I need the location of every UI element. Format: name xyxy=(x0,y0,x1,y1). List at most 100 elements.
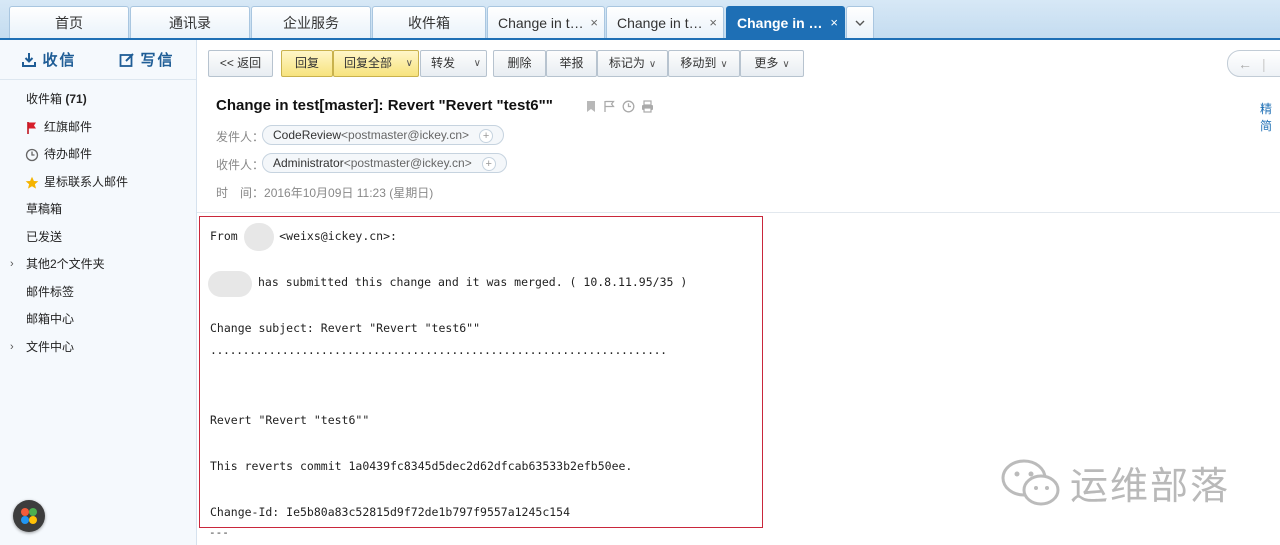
tab-label: 首页 xyxy=(55,15,83,31)
more-label: 更多 xyxy=(754,56,779,70)
body-line-change-subject: Change subject: Revert "Revert "test6"" xyxy=(210,321,481,335)
time-value: 2016年10月09日 11:23 (星期日) xyxy=(264,186,434,200)
sender-name: CodeReview xyxy=(273,128,342,142)
sidebar-item-drafts[interactable]: 草稿箱 xyxy=(0,196,196,224)
divider: | xyxy=(1262,56,1266,72)
sidebar-item-file-center[interactable]: › 文件中心 xyxy=(0,334,196,362)
tab-more-dropdown[interactable] xyxy=(846,6,874,38)
tab-mail-active[interactable]: Change in … × xyxy=(726,6,845,38)
download-icon xyxy=(22,52,37,67)
chevron-down-icon: ∨ xyxy=(782,59,790,70)
report-button[interactable]: 举报 xyxy=(546,50,597,77)
sidebar-item-label: 星标联系人邮件 xyxy=(44,174,129,189)
flag-icon[interactable] xyxy=(603,100,616,113)
tab-contacts[interactable]: 通讯录 xyxy=(130,6,250,38)
mail-time: 时 间：2016年10月09日 11:23 (星期日) xyxy=(216,184,433,201)
chevron-right-icon[interactable]: › xyxy=(10,251,14,279)
tab-home[interactable]: 首页 xyxy=(9,6,129,38)
move-to-label: 移动到 xyxy=(680,56,717,70)
mail-subject: Change in test[master]: Revert "Revert "… xyxy=(216,97,553,114)
chevron-right-icon[interactable]: › xyxy=(10,334,14,362)
delete-button[interactable]: 删除 xyxy=(493,50,546,77)
recipient-name: Administrator xyxy=(273,156,344,170)
simplified-view-link[interactable]: 精简 xyxy=(1260,100,1280,134)
sidebar-item-other-folders[interactable]: › 其他2个文件夹 xyxy=(0,251,196,279)
chevron-down-icon[interactable]: ∨ xyxy=(474,51,481,76)
sender-address: <postmaster@ickey.cn> xyxy=(341,128,470,142)
tab-label: Change in … xyxy=(737,15,823,31)
chevron-down-icon[interactable]: ∨ xyxy=(406,51,413,76)
sidebar-item-mail-tags[interactable]: 邮件标签 xyxy=(0,279,196,307)
unread-count: (71) xyxy=(65,92,87,106)
folder-list: 收件箱 (71) 红旗邮件 待办邮件 星标联系人邮件 草稿箱 已发送 › 其他2个… xyxy=(0,80,196,361)
more-button[interactable]: 更多 ∨ xyxy=(740,50,804,77)
sidebar-item-sent[interactable]: 已发送 xyxy=(0,224,196,252)
compose-button[interactable]: 写信 xyxy=(98,49,196,70)
app-launcher-button[interactable] xyxy=(13,500,45,532)
close-icon[interactable]: × xyxy=(590,7,598,38)
forward-button[interactable]: 转发 ∨ xyxy=(420,50,487,77)
report-label: 举报 xyxy=(559,56,584,70)
delete-label: 删除 xyxy=(507,56,532,70)
watermark: 运维部落 xyxy=(1000,455,1230,510)
move-to-button[interactable]: 移动到 ∨ xyxy=(668,50,740,77)
compose-label: 写信 xyxy=(140,52,175,69)
to-label: 收件人： xyxy=(216,158,265,172)
body-line-revert: Revert "Revert "test6"" xyxy=(210,413,370,427)
print-icon[interactable] xyxy=(641,100,654,113)
sidebar-item-label: 邮件标签 xyxy=(26,284,75,299)
subject-actions xyxy=(585,100,654,113)
sidebar-item-inbox[interactable]: 收件箱 (71) xyxy=(0,86,196,114)
reply-label: 回复 xyxy=(294,56,319,70)
from-label: 发件人： xyxy=(216,130,265,144)
chevron-down-icon xyxy=(855,20,865,26)
reply-all-label: 回复全部 xyxy=(344,56,393,70)
receive-label: 收信 xyxy=(42,52,77,69)
header-divider xyxy=(197,212,1280,213)
red-flag-icon xyxy=(27,121,36,134)
apps-icon xyxy=(21,508,37,524)
close-icon[interactable]: × xyxy=(830,7,838,38)
tab-mail-2[interactable]: Change in t… × xyxy=(606,6,724,38)
body-line-change-id: Change-Id: Ie5b80a83c52815d9f72de1b797f9… xyxy=(210,505,571,519)
body-line-from: From <weixs@ickey.cn>: xyxy=(210,229,397,243)
close-icon[interactable]: × xyxy=(709,7,717,38)
sidebar-item-mailbox-center[interactable]: 邮箱中心 xyxy=(0,306,196,334)
reply-button[interactable]: 回复 xyxy=(281,50,333,77)
recipient-chip[interactable]: Administrator<postmaster@ickey.cn> + xyxy=(262,153,507,173)
tab-label: 通讯录 xyxy=(169,15,211,31)
arrow-left-icon[interactable]: ← xyxy=(1238,56,1252,72)
sidebar-item-flagged[interactable]: 红旗邮件 xyxy=(0,114,196,142)
redacted-avatar xyxy=(208,271,252,297)
chevron-down-icon: ∨ xyxy=(648,59,657,70)
watermark-text: 运维部落 xyxy=(1070,466,1231,508)
sidebar-actions: 收信 写信 xyxy=(0,40,196,80)
back-button[interactable]: << 返回 xyxy=(208,50,273,77)
sidebar: 收信 写信 收件箱 (71) 红旗邮件 待办邮件 星标联系人邮件 草稿箱 已发送… xyxy=(0,40,197,545)
sidebar-item-todo[interactable]: 待办邮件 xyxy=(0,141,196,169)
sidebar-item-label: 待办邮件 xyxy=(44,147,93,161)
reply-all-button[interactable]: 回复全部 ∨ xyxy=(333,50,419,77)
tab-inbox[interactable]: 收件箱 xyxy=(372,6,486,38)
sidebar-item-label: 红旗邮件 xyxy=(44,119,93,134)
tab-bar: 首页 通讯录 企业服务 收件箱 Change in t… × Change in … xyxy=(0,0,1280,40)
sidebar-item-label: 邮箱中心 xyxy=(26,312,75,326)
edit-icon xyxy=(120,52,135,67)
sender-chip[interactable]: CodeReview<postmaster@ickey.cn> + xyxy=(262,125,505,145)
clock-icon[interactable] xyxy=(622,100,635,113)
tab-label: Change in t… xyxy=(617,15,703,31)
body-line-commit: This reverts commit 1a0439fc8345d5dec2d6… xyxy=(210,459,633,473)
mark-as-label: 标记为 xyxy=(608,56,645,70)
bookmark-icon[interactable] xyxy=(585,100,597,113)
sidebar-item-starred[interactable]: 星标联系人邮件 xyxy=(0,169,196,197)
back-label: << 返回 xyxy=(219,56,262,70)
tab-enterprise-services[interactable]: 企业服务 xyxy=(251,6,371,38)
mark-as-button[interactable]: 标记为 ∨ xyxy=(597,50,668,77)
add-contact-icon[interactable]: + xyxy=(481,157,496,171)
tab-label: 收件箱 xyxy=(408,15,450,31)
forward-label: 转发 xyxy=(431,56,456,70)
add-contact-icon[interactable]: + xyxy=(479,129,494,143)
tab-mail-1[interactable]: Change in t… × xyxy=(487,6,605,38)
mail-body-highlight: From <weixs@ickey.cn>: has submitted thi… xyxy=(199,216,763,528)
receive-button[interactable]: 收信 xyxy=(0,49,98,70)
